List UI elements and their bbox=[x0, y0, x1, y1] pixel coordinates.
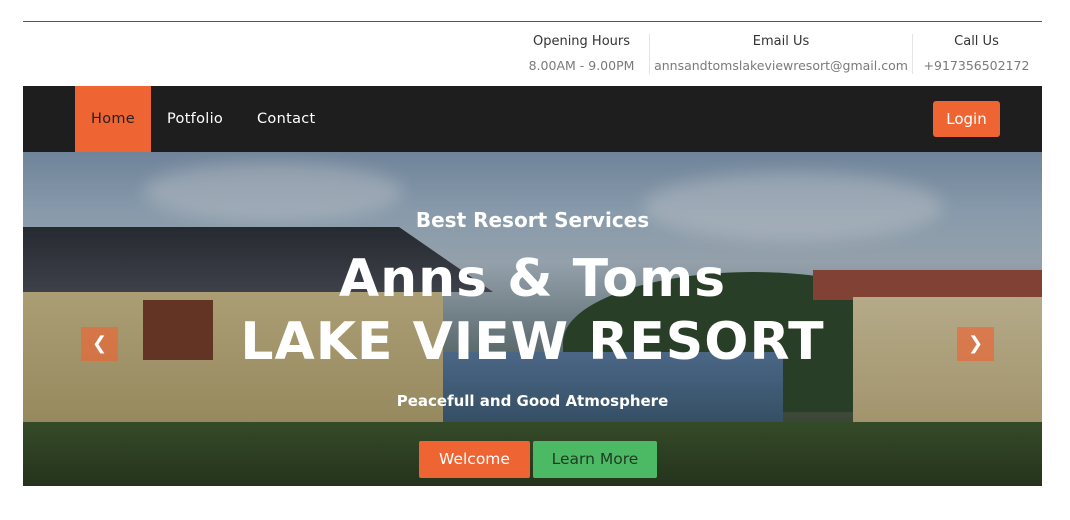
chevron-left-icon: ❮ bbox=[91, 333, 108, 354]
nav-portfolio[interactable]: Potfolio bbox=[167, 86, 223, 152]
opening-hours-info: Opening Hours 8.00AM - 9.00PM bbox=[515, 22, 648, 85]
page: Opening Hours 8.00AM - 9.00PM Email Us a… bbox=[0, 0, 1070, 520]
welcome-button[interactable]: Welcome bbox=[419, 441, 530, 478]
nav-home[interactable]: Home bbox=[75, 86, 151, 152]
hero-tagline: Peacefull and Good Atmosphere bbox=[396, 392, 669, 410]
call-title: Call Us bbox=[954, 34, 999, 49]
hero-title-line2: LAKE VIEW RESORT bbox=[240, 312, 825, 372]
hero-subtitle: Best Resort Services bbox=[415, 208, 650, 232]
carousel-next-button[interactable]: ❯ bbox=[957, 327, 994, 361]
email-value[interactable]: annsandtomslakeviewresort@gmail.com bbox=[650, 58, 912, 73]
carousel-prev-button[interactable]: ❮ bbox=[81, 327, 118, 361]
opening-hours-title: Opening Hours bbox=[532, 34, 631, 49]
call-value[interactable]: +917356502172 bbox=[913, 58, 1040, 73]
login-button[interactable]: Login bbox=[933, 101, 1000, 137]
email-title: Email Us bbox=[752, 34, 810, 49]
opening-hours-value: 8.00AM - 9.00PM bbox=[528, 58, 635, 73]
hero-carousel: Best Resort Services Anns & Toms LAKE VI… bbox=[23, 152, 1042, 486]
chevron-right-icon: ❯ bbox=[967, 333, 984, 354]
navbar: Home Potfolio Contact Login bbox=[23, 86, 1042, 152]
hero-title-line1: Anns & Toms bbox=[338, 249, 727, 309]
learn-more-button[interactable]: Learn More bbox=[533, 441, 657, 478]
call-info: Call Us +917356502172 bbox=[913, 22, 1040, 85]
nav-contact[interactable]: Contact bbox=[257, 86, 316, 152]
email-info: Email Us annsandtomslakeviewresort@gmail… bbox=[650, 22, 912, 85]
